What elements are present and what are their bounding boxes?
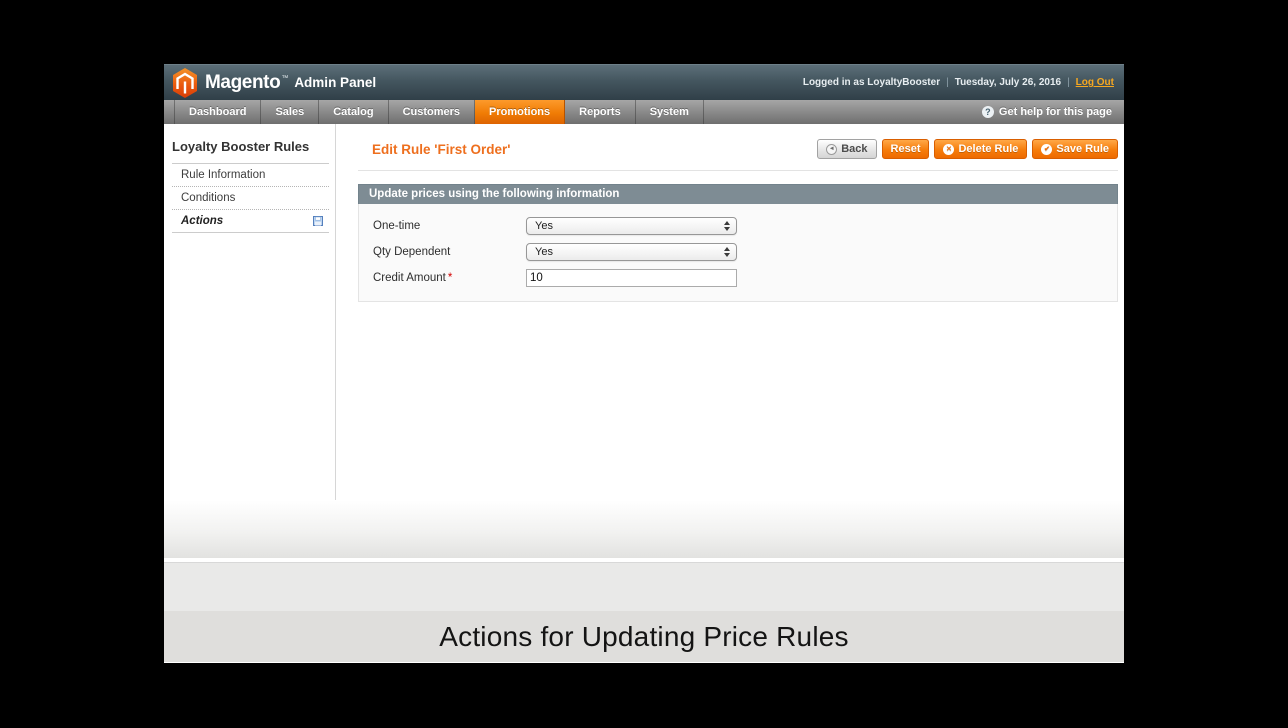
section-body: One-time Yes Qty Dependent Yes Credit Am… — [358, 204, 1118, 302]
required-asterisk: * — [447, 272, 453, 284]
main-menu: Dashboard Sales Catalog Customers Promot… — [164, 100, 1124, 124]
date-text: Tuesday, July 26, 2016 — [954, 77, 1062, 88]
slide-caption: Actions for Updating Price Rules — [439, 620, 849, 652]
one-time-select[interactable]: Yes — [526, 217, 737, 235]
nav-tabs: Dashboard Sales Catalog Customers Promot… — [174, 100, 704, 124]
sidebar-item-conditions[interactable]: Conditions — [172, 187, 329, 210]
qty-dependent-label: Qty Dependent — [373, 246, 451, 258]
caption-band: Actions for Updating Price Rules — [164, 611, 1124, 662]
screenshot-frame: Magento ™ Admin Panel Logged in as Loyal… — [164, 64, 1124, 663]
content-area: Loyalty Booster Rules Rule Information C… — [164, 124, 1124, 500]
update-prices-section: Update prices using the following inform… — [358, 184, 1118, 302]
section-header: Update prices using the following inform… — [358, 184, 1118, 204]
reset-button[interactable]: Reset — [881, 139, 930, 159]
form-row-credit-amount: Credit Amount * — [373, 269, 1103, 287]
brand-suffix: Admin Panel — [294, 75, 377, 90]
admin-header: Magento ™ Admin Panel Logged in as Loyal… — [164, 64, 1124, 100]
select-stepper-icon — [724, 247, 730, 257]
brand-name: Magento — [205, 71, 281, 93]
help-icon: ? — [981, 106, 994, 118]
slide-canvas: { "header": { "brand": "Magento", "brand… — [0, 0, 1288, 728]
nav-tab-catalog[interactable]: Catalog — [319, 100, 389, 124]
sidebar-item-label: Rule Information — [181, 169, 266, 181]
save-icon: ✔ — [1041, 143, 1053, 155]
save-rule-button[interactable]: ✔ Save Rule — [1032, 139, 1118, 159]
reset-button-label: Reset — [890, 142, 921, 155]
credit-amount-input[interactable] — [526, 269, 737, 287]
sidebar-item-actions[interactable]: Actions — [172, 210, 329, 233]
separator: | — [946, 77, 949, 88]
brand: Magento ™ Admin Panel — [172, 67, 377, 98]
floppy-disk-icon — [313, 216, 323, 226]
logged-in-text: Logged in as LoyaltyBooster — [802, 77, 941, 88]
page-title: Edit Rule 'First Order' — [372, 141, 511, 157]
nav-tab-customers[interactable]: Customers — [389, 100, 476, 124]
page-footer — [164, 500, 1124, 558]
sidebar-nav: Rule Information Conditions Actions — [172, 164, 329, 233]
nav-tab-reports[interactable]: Reports — [565, 100, 636, 124]
slide-band — [164, 563, 1124, 611]
select-value: Yes — [535, 220, 553, 232]
nav-tab-promotions[interactable]: Promotions — [475, 100, 566, 124]
sidebar-item-label: Actions — [181, 215, 224, 227]
session-info: Logged in as LoyaltyBooster | Tuesday, J… — [803, 77, 1114, 88]
back-arrow-icon: ◄ — [826, 143, 838, 155]
form-row-one-time: One-time Yes — [373, 217, 1103, 235]
select-value: Yes — [535, 246, 553, 258]
select-stepper-icon — [724, 221, 730, 231]
separator: | — [1067, 77, 1070, 88]
page-actions: ◄ Back Reset ✕ Delete Rule ✔ Save Rule — [817, 139, 1118, 159]
help-label: Get help for this page — [998, 106, 1112, 118]
delete-rule-button[interactable]: ✕ Delete Rule — [934, 139, 1028, 159]
delete-icon: ✕ — [943, 143, 955, 155]
qty-dependent-select[interactable]: Yes — [526, 243, 737, 261]
sidebar-item-rule-information[interactable]: Rule Information — [172, 164, 329, 187]
magento-admin-window: Magento ™ Admin Panel Logged in as Loyal… — [164, 64, 1124, 558]
credit-amount-label-text: Credit Amount — [373, 272, 446, 284]
one-time-label: One-time — [373, 220, 421, 232]
sidebar-title: Loyalty Booster Rules — [172, 137, 329, 164]
delete-rule-button-label: Delete Rule — [958, 142, 1019, 155]
back-button[interactable]: ◄ Back — [817, 139, 877, 159]
sidebar: Loyalty Booster Rules Rule Information C… — [164, 124, 336, 500]
credit-amount-label: Credit Amount * — [373, 272, 526, 284]
back-button-label: Back — [841, 142, 868, 155]
page-head: Edit Rule 'First Order' ◄ Back Reset ✕ D… — [358, 139, 1118, 171]
magento-logo-icon — [172, 67, 198, 98]
brand-trademark: ™ — [281, 75, 289, 82]
help-link[interactable]: ? Get help for this page — [981, 100, 1124, 124]
sidebar-item-label: Conditions — [181, 192, 236, 204]
main-panel: Edit Rule 'First Order' ◄ Back Reset ✕ D… — [336, 124, 1124, 500]
nav-tab-dashboard[interactable]: Dashboard — [174, 100, 262, 124]
nav-tab-system[interactable]: System — [636, 100, 704, 124]
form-row-qty-dependent: Qty Dependent Yes — [373, 243, 1103, 261]
nav-tab-sales[interactable]: Sales — [261, 100, 320, 124]
save-rule-button-label: Save Rule — [1056, 142, 1109, 155]
logout-link[interactable]: Log Out — [1076, 77, 1114, 88]
